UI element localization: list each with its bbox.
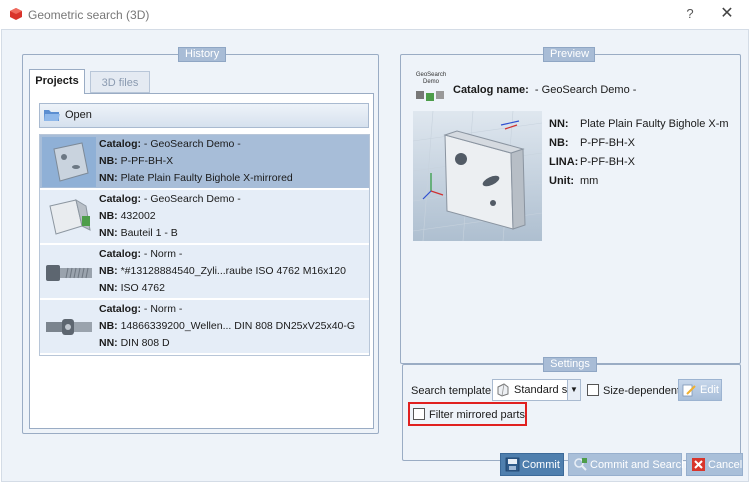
- history-group-title: History: [178, 47, 226, 62]
- filter-mirrored-checkbox[interactable]: [413, 408, 425, 420]
- open-button[interactable]: Open: [39, 103, 369, 128]
- nb-key: NB:: [99, 155, 118, 167]
- folder-open-icon: [44, 110, 60, 121]
- edit-label: Edit: [700, 384, 719, 396]
- catalog-value: - GeoSearch Demo -: [143, 138, 241, 150]
- settings-group: Settings Search template: Standard se ▼ …: [402, 357, 741, 461]
- plate-thumbnail-icon: [42, 137, 96, 187]
- search-template-value: Standard se: [514, 384, 574, 396]
- tab-3d-files[interactable]: 3D files: [90, 71, 150, 93]
- open-label: Open: [65, 109, 92, 121]
- filter-mirrored-label: Filter mirrored parts: [429, 409, 525, 421]
- help-button[interactable]: ?: [680, 4, 700, 24]
- app-icon: [10, 8, 22, 20]
- catalog-logo-text: GeoSearch Demo: [415, 72, 447, 85]
- result-row[interactable]: Catalog: - GeoSearch Demo - NB: 432002 N…: [40, 190, 369, 244]
- result-list: Catalog: - GeoSearch Demo - NB: P-PF-BH-…: [39, 134, 370, 356]
- result-row[interactable]: Catalog: - GeoSearch Demo - NB: P-PF-BH-…: [40, 135, 369, 189]
- nb-value: P-PF-BH-X: [120, 155, 174, 167]
- nb-value: *#13128884540_Zyli...raube ISO 4762 M16x…: [120, 265, 346, 277]
- field-value: Plate Plain Faulty Bighole X-m: [580, 118, 729, 130]
- screw-thumbnail-icon: [46, 265, 92, 281]
- edit-button[interactable]: Edit: [678, 379, 722, 401]
- nb-value: 432002: [120, 210, 156, 222]
- part-preview-image: [413, 111, 542, 241]
- nn-value: ISO 4762: [120, 282, 165, 294]
- nn-key: NN:: [99, 282, 118, 294]
- size-dependent-checkbox[interactable]: [587, 384, 599, 396]
- commit-button[interactable]: Commit: [500, 453, 564, 476]
- projects-panel: Open Catalog: - GeoSearch Demo - NB: P-P…: [29, 93, 374, 429]
- nb-value: 14866339200_Wellen... DIN 808 DN25xV25x4…: [120, 320, 356, 332]
- field-key: NB:: [549, 137, 569, 149]
- field-value: P-PF-BH-X: [580, 156, 635, 168]
- bracket-thumbnail-icon: [49, 198, 91, 235]
- template-icon: [497, 383, 509, 397]
- field-value: mm: [580, 175, 599, 187]
- catalog-key: Catalog:: [99, 138, 141, 150]
- catalog-logo-icon: [416, 91, 444, 101]
- preview-group-title: Preview: [543, 47, 595, 62]
- result-row[interactable]: Catalog: - Norm - NB: *#13128884540_Zyli…: [40, 245, 369, 299]
- floppy-disk-icon: [505, 457, 520, 472]
- catalog-name-key: Catalog name:: [453, 84, 529, 96]
- result-row[interactable]: Catalog: - Norm - NB: 14866339200_Wellen…: [40, 300, 369, 354]
- commit-search-icon: [574, 458, 587, 471]
- nb-key: NB:: [99, 265, 118, 277]
- catalog-logo: GeoSearch Demo: [413, 72, 449, 106]
- search-template-label: Search template:: [411, 385, 495, 397]
- nn-value: Bauteil 1 - B: [120, 227, 178, 239]
- field-key: LINA:: [549, 156, 579, 168]
- catalog-key: Catalog:: [99, 248, 141, 260]
- nb-key: NB:: [99, 320, 118, 332]
- nn-key: NN:: [99, 172, 118, 184]
- nb-key: NB:: [99, 210, 118, 222]
- commit-and-search-button[interactable]: Commit and Search: [568, 453, 687, 476]
- preview-group: Preview GeoSearch Demo Catalog name: - G…: [400, 47, 741, 364]
- catalog-name-value: - GeoSearch Demo -: [534, 84, 637, 96]
- nn-value: Plate Plain Faulty Bighole X-mirrored: [120, 172, 293, 184]
- search-template-select[interactable]: Standard se ▼: [492, 379, 581, 401]
- nn-key: NN:: [99, 337, 118, 349]
- history-group: History Projects 3D files Open Catalog: …: [22, 47, 379, 434]
- title-bar: Geometric search (3D) ? ✕: [0, 0, 750, 29]
- cancel-icon: [692, 458, 705, 471]
- settings-group-title: Settings: [543, 357, 597, 372]
- cancel-label: Cancel: [708, 459, 743, 471]
- commit-and-search-label: Commit and Search: [590, 459, 688, 471]
- joint-thumbnail-icon: [46, 319, 92, 335]
- catalog-value: - GeoSearch Demo -: [143, 193, 241, 205]
- tab-projects[interactable]: Projects: [29, 69, 85, 94]
- nn-value: DIN 808 D: [120, 337, 170, 349]
- field-key: NN:: [549, 118, 569, 130]
- catalog-value: - Norm -: [143, 248, 183, 260]
- catalog-key: Catalog:: [99, 193, 141, 205]
- commit-label: Commit: [522, 459, 560, 471]
- catalog-value: - Norm -: [143, 303, 183, 315]
- size-dependent-label: Size-dependent: [603, 385, 681, 397]
- field-value: P-PF-BH-X: [580, 137, 635, 149]
- cancel-button[interactable]: Cancel: [686, 453, 743, 476]
- chevron-down-icon[interactable]: ▼: [567, 380, 580, 400]
- edit-icon: [682, 384, 696, 397]
- field-key: Unit:: [549, 175, 575, 187]
- catalog-key: Catalog:: [99, 303, 141, 315]
- window-title: Geometric search (3D): [28, 8, 150, 22]
- close-button[interactable]: ✕: [716, 4, 738, 24]
- dialog-body: History Projects 3D files Open Catalog: …: [1, 29, 749, 482]
- nn-key: NN:: [99, 227, 118, 239]
